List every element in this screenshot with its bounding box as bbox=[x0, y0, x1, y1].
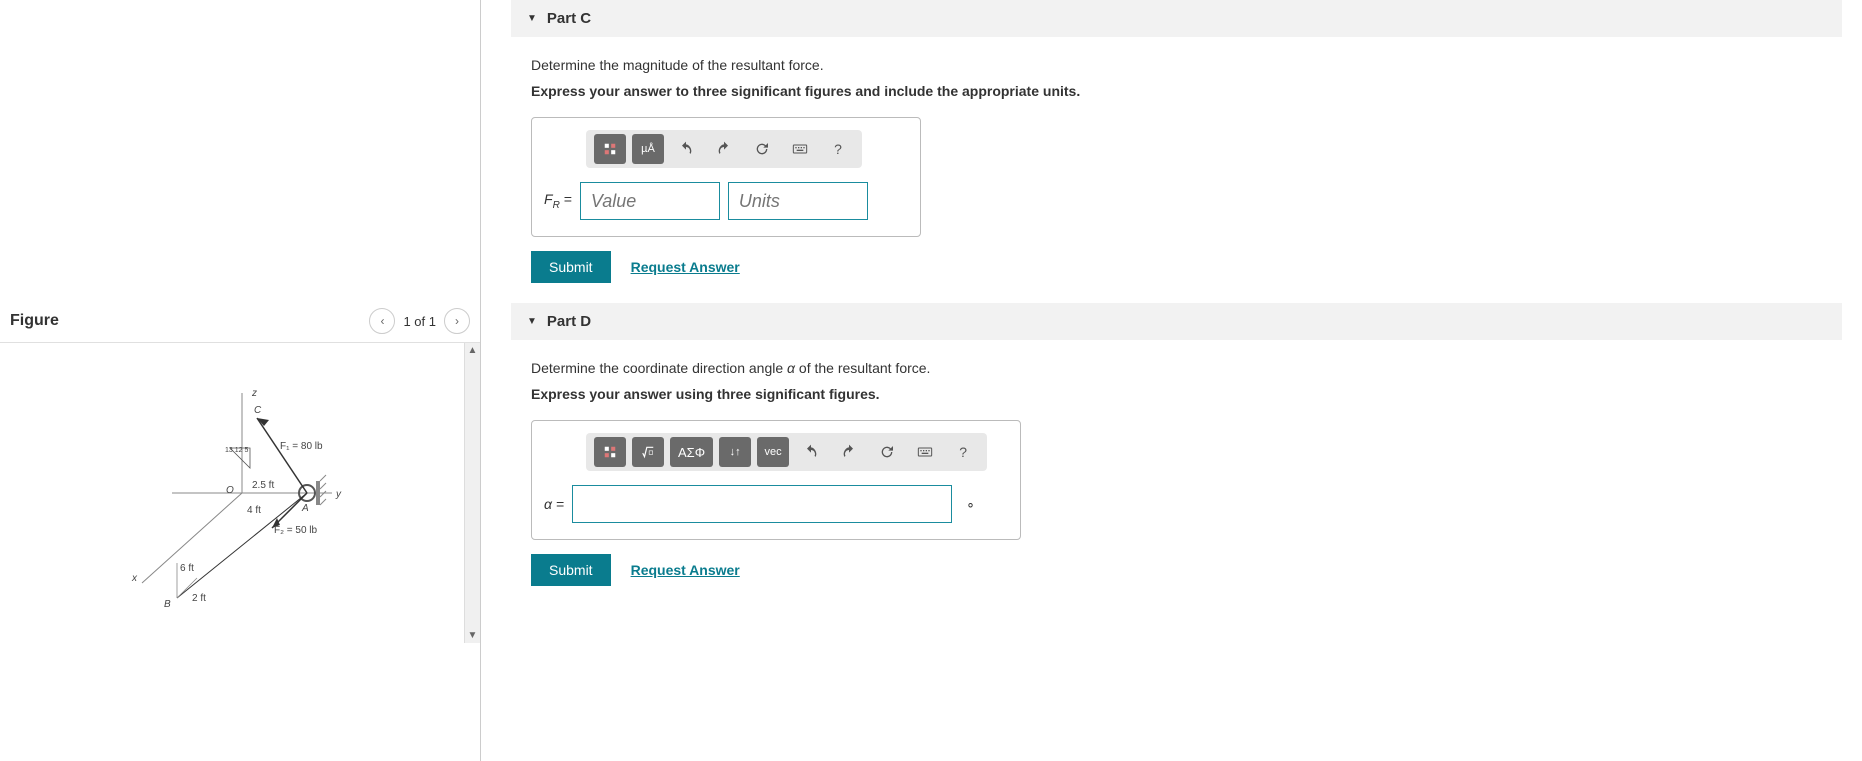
help-button[interactable]: ? bbox=[822, 134, 854, 164]
part-c-submit-button[interactable]: Submit bbox=[531, 251, 611, 283]
main-layout: Figure ‹ 1 of 1 › bbox=[0, 0, 1862, 761]
figure-position: 1 of 1 bbox=[403, 314, 436, 329]
part-c-title: Part C bbox=[547, 10, 591, 27]
part-d-header[interactable]: ▼ Part D bbox=[511, 303, 1842, 340]
part-c-input-row: FR = bbox=[544, 182, 908, 220]
question-panel: ▼ Part C Determine the magnitude of the … bbox=[480, 0, 1862, 761]
keyboard-button[interactable] bbox=[909, 437, 941, 467]
point-c-label: C bbox=[254, 405, 261, 416]
part-d-answer-box: ΑΣΦ ↓↑ vec ? bbox=[531, 420, 1021, 540]
collapse-icon[interactable]: ▼ bbox=[527, 13, 537, 24]
figure-header: Figure ‹ 1 of 1 › bbox=[0, 300, 480, 343]
axis-x-label: x bbox=[132, 573, 137, 584]
redo-button[interactable] bbox=[833, 437, 865, 467]
part-c-units-input[interactable] bbox=[728, 182, 868, 220]
point-a-label: A bbox=[302, 503, 309, 514]
part-c-answer-box: µÅ ? FR = bbox=[531, 117, 921, 237]
figure-image: z y x C O A B F₁ = 80 lb F₂ = 50 lb 2.5 … bbox=[0, 343, 464, 643]
part-d-toolbar: ΑΣΦ ↓↑ vec ? bbox=[586, 433, 987, 471]
keyboard-button[interactable] bbox=[784, 134, 816, 164]
part-d-input-row: α = ∘ bbox=[544, 485, 1008, 523]
f2-label: F₂ = 50 lb bbox=[274, 525, 317, 536]
part-d-body: Determine the coordinate direction angle… bbox=[511, 340, 1862, 606]
figure-nav: ‹ 1 of 1 › bbox=[369, 308, 470, 334]
undo-button[interactable] bbox=[670, 134, 702, 164]
degree-suffix: ∘ bbox=[966, 496, 975, 513]
slope-label: 13 12 5 bbox=[225, 447, 248, 454]
reset-button[interactable] bbox=[871, 437, 903, 467]
part-c-value-input[interactable] bbox=[580, 182, 720, 220]
dim-25ft: 2.5 ft bbox=[252, 480, 274, 491]
f1-label: F₁ = 80 lb bbox=[280, 441, 323, 452]
part-c-variable: FR = bbox=[544, 191, 572, 211]
part-d-request-answer-link[interactable]: Request Answer bbox=[631, 562, 740, 578]
axis-y-label: y bbox=[336, 489, 341, 500]
greek-button[interactable]: ΑΣΦ bbox=[670, 437, 713, 467]
dim-6ft: 6 ft bbox=[180, 563, 194, 574]
scroll-down-icon[interactable]: ▼ bbox=[466, 628, 480, 643]
sqrt-button[interactable] bbox=[632, 437, 664, 467]
part-d-variable: α = bbox=[544, 496, 564, 512]
part-c-body: Determine the magnitude of the resultant… bbox=[511, 37, 1862, 303]
part-c-header[interactable]: ▼ Part C bbox=[511, 0, 1842, 37]
part-d-value-input[interactable] bbox=[572, 485, 952, 523]
reset-button[interactable] bbox=[746, 134, 778, 164]
point-o-label: O bbox=[226, 485, 234, 496]
undo-button[interactable] bbox=[795, 437, 827, 467]
dim-2ft: 2 ft bbox=[192, 593, 206, 604]
figure-body: z y x C O A B F₁ = 80 lb F₂ = 50 lb 2.5 … bbox=[0, 343, 480, 643]
part-d-submit-button[interactable]: Submit bbox=[531, 554, 611, 586]
axis-z-label: z bbox=[252, 388, 257, 399]
figure-prev-button[interactable]: ‹ bbox=[369, 308, 395, 334]
part-c-instruction: Express your answer to three significant… bbox=[531, 83, 1842, 99]
point-b-label: B bbox=[164, 599, 171, 610]
dim-4ft: 4 ft bbox=[247, 505, 261, 516]
part-d-title: Part D bbox=[547, 313, 591, 330]
scroll-up-icon[interactable]: ▲ bbox=[466, 343, 480, 358]
figure-next-button[interactable]: › bbox=[444, 308, 470, 334]
figure-scrollbar[interactable]: ▲ ▼ bbox=[464, 343, 480, 643]
templates-button[interactable] bbox=[594, 134, 626, 164]
updown-button[interactable]: ↓↑ bbox=[719, 437, 751, 467]
part-d-instruction: Express your answer using three signific… bbox=[531, 386, 1842, 402]
vec-button[interactable]: vec bbox=[757, 437, 789, 467]
collapse-icon[interactable]: ▼ bbox=[527, 316, 537, 327]
redo-button[interactable] bbox=[708, 134, 740, 164]
help-button[interactable]: ? bbox=[947, 437, 979, 467]
templates-button[interactable] bbox=[594, 437, 626, 467]
engineering-diagram: z y x C O A B F₁ = 80 lb F₂ = 50 lb 2.5 … bbox=[102, 363, 362, 623]
figure-panel: Figure ‹ 1 of 1 › bbox=[0, 0, 480, 761]
part-d-prompt: Determine the coordinate direction angle… bbox=[531, 360, 1842, 376]
part-c-prompt: Determine the magnitude of the resultant… bbox=[531, 57, 1842, 73]
part-c-actions: Submit Request Answer bbox=[531, 251, 1842, 283]
part-d-actions: Submit Request Answer bbox=[531, 554, 1842, 586]
figure-title: Figure bbox=[10, 312, 59, 330]
units-button[interactable]: µÅ bbox=[632, 134, 664, 164]
part-c-request-answer-link[interactable]: Request Answer bbox=[631, 259, 740, 275]
part-c-toolbar: µÅ ? bbox=[586, 130, 862, 168]
